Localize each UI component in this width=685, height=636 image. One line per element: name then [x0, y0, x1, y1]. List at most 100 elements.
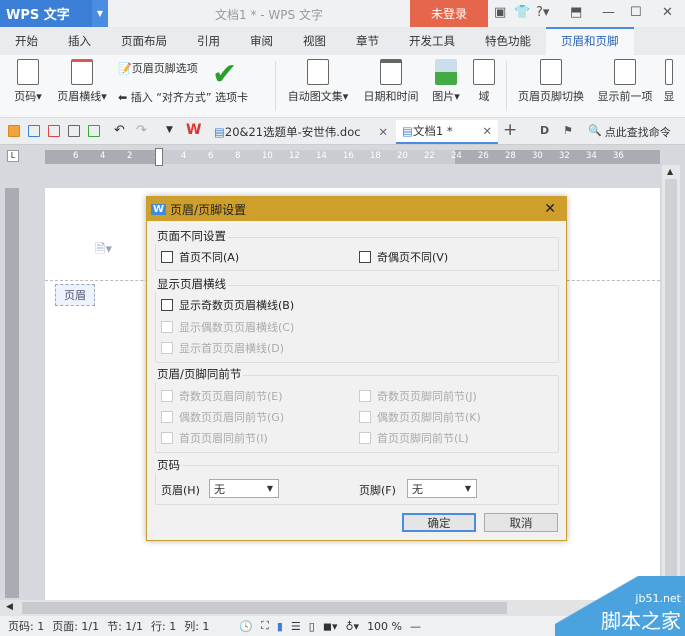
title-bar: WPS 文字 ▼ 文档1 * - WPS 文字 未登录 ▣ 👕 ?▾ ⬒ — ☐ … [0, 0, 685, 27]
doc-tab-2[interactable]: ▤ 文档1 * ✕ [396, 120, 498, 144]
close-icon[interactable]: ✕ [544, 201, 556, 217]
even-header-link-checkbox[interactable]: 偶数页页眉同前节(G) [161, 409, 284, 425]
scroll-up-icon[interactable]: ▲ [667, 167, 673, 176]
ruler-tick: 20 [397, 151, 408, 161]
horizontal-ruler[interactable]: 64224681012141618202224262830323436 [45, 148, 660, 166]
show-next-button[interactable]: 显 [662, 55, 676, 104]
group-label: 页眉/页脚同前节 [155, 366, 244, 382]
undo-icon[interactable]: ↶ [114, 123, 125, 138]
even-footer-link-checkbox[interactable]: 偶数页页脚同前节(K) [359, 409, 481, 425]
scroll-thumb[interactable] [665, 179, 677, 589]
page-view-icon[interactable]: ▮ [277, 620, 283, 633]
tab-home[interactable]: 开始 [0, 27, 53, 55]
tab-stop-selector[interactable]: L [7, 150, 19, 162]
tab-layout[interactable]: 页面布局 [106, 27, 182, 55]
close-icon[interactable]: ✕ [662, 5, 673, 20]
hf-options-button[interactable]: 📝页眉页脚选项 [118, 60, 198, 76]
ok-button[interactable]: 确定 [402, 513, 476, 532]
first-page-different-checkbox[interactable]: 首页不同(A) [161, 249, 239, 265]
doc-tab-1[interactable]: ▤ 20&21选题单-安世伟.doc ✕ [208, 120, 394, 144]
open-icon[interactable] [8, 125, 20, 137]
minimize-icon[interactable]: — [602, 5, 615, 20]
scroll-left-icon[interactable]: ◀ [6, 602, 13, 612]
label: 页眉页脚选项 [131, 62, 198, 75]
close-tab-icon[interactable]: ✕ [482, 124, 492, 138]
restore-ribbon-icon[interactable]: ⬒ [570, 5, 582, 20]
chevron-down-icon[interactable]: ▼ [92, 0, 108, 27]
fullscreen-icon[interactable]: ⛶ [261, 619, 269, 633]
label: 插入 “对齐方式” 选项卡 [130, 91, 249, 104]
search-placeholder: 点此查找命令 [604, 126, 671, 139]
footer-page-number-select[interactable]: 无 ▼ [407, 479, 477, 498]
doc-tab-label: 文档1 * [412, 124, 453, 138]
group-label: 页码 [155, 457, 182, 473]
show-prev-button[interactable]: 显示前一项 [594, 55, 656, 104]
picture-button[interactable]: 图片▾ [428, 55, 464, 104]
group-label: 显示页眉横线 [155, 276, 228, 292]
status-row: 行: 1 [151, 620, 177, 633]
close-tab-icon[interactable]: ✕ [378, 125, 388, 139]
print-preview-icon[interactable] [88, 125, 100, 137]
d-icon[interactable]: D [540, 124, 549, 137]
tab-insert[interactable]: 插入 [53, 27, 106, 55]
odd-header-link-checkbox[interactable]: 奇数页页眉同前节(E) [161, 388, 283, 404]
shirt-icon[interactable]: 👕 [514, 5, 530, 20]
zoom-out-icon[interactable]: — [410, 620, 421, 633]
tab-features[interactable]: 特色功能 [470, 27, 546, 55]
export-pdf-icon[interactable] [48, 125, 60, 137]
checkbox-box [359, 390, 371, 402]
vertical-ruler[interactable] [5, 188, 19, 598]
scroll-thumb[interactable] [22, 602, 507, 614]
indent-marker[interactable] [155, 148, 163, 166]
outline-view-icon[interactable]: ☰ [291, 620, 301, 633]
save-icon[interactable] [28, 125, 40, 137]
maximize-icon[interactable]: ☐ [630, 5, 642, 20]
tab-review[interactable]: 审阅 [235, 27, 288, 55]
new-tab-icon[interactable]: + [503, 120, 517, 140]
first-footer-link-checkbox[interactable]: 首页页脚同前节(L) [359, 430, 469, 446]
app-menu-button[interactable]: WPS 文字 ▼ [0, 0, 108, 27]
print-icon[interactable] [68, 125, 80, 137]
redo-icon[interactable]: ↷ [136, 123, 147, 138]
page-number-button[interactable]: 页码▾ [8, 55, 48, 104]
reading-mode-icon[interactable]: ◼▾ [323, 620, 338, 633]
skin-icon[interactable]: ▣ [494, 5, 506, 20]
first-header-line-checkbox[interactable]: 显示首页页眉横线(D) [161, 340, 284, 356]
field-button[interactable]: 域 [470, 55, 498, 104]
web-view-icon[interactable]: ▯ [309, 620, 315, 633]
odd-even-different-checkbox[interactable]: 奇偶页不同(V) [359, 249, 448, 265]
vertical-scrollbar[interactable]: ▲ [662, 165, 680, 600]
tab-view[interactable]: 视图 [288, 27, 341, 55]
divider [506, 61, 507, 111]
tab-section[interactable]: 章节 [341, 27, 394, 55]
header-line-button[interactable]: 页眉横线▾ [52, 55, 112, 104]
ruler-tick: 22 [424, 151, 435, 161]
status-page-number: 页码: 1 [8, 620, 45, 633]
flag-icon[interactable]: ⚑ [563, 124, 573, 137]
checkbox-box [161, 432, 173, 444]
login-button[interactable]: 未登录 [410, 0, 488, 27]
command-search[interactable]: 🔍 点此查找命令 [588, 124, 671, 140]
auto-text-button[interactable]: 自动图文集▾ [282, 55, 354, 104]
show-prev-icon [614, 59, 636, 85]
help-icon[interactable]: ?▾ [536, 5, 549, 20]
hf-switch-button[interactable]: 页眉页脚切换 [514, 55, 588, 104]
tab-header-footer[interactable]: 页眉和页脚 [546, 27, 634, 55]
first-header-link-checkbox[interactable]: 首页页眉同前节(I) [161, 430, 268, 446]
date-time-button[interactable]: 日期和时间 [360, 55, 422, 104]
ruler-tick: 18 [370, 151, 381, 161]
picture-icon [435, 59, 457, 85]
label: 显示奇数页页眉横线(B) [179, 299, 295, 312]
tab-developer[interactable]: 开发工具 [394, 27, 470, 55]
cancel-button[interactable]: 取消 [484, 513, 558, 532]
eye-care-icon[interactable]: ♁▾ [345, 620, 359, 633]
paste-options-icon[interactable]: 🗎▾ [95, 240, 112, 262]
history-icon[interactable]: 🕓 [239, 620, 253, 633]
ruler-tick: 24 [451, 151, 462, 161]
tab-references[interactable]: 引用 [182, 27, 235, 55]
even-header-line-checkbox[interactable]: 显示偶数页页眉横线(C) [161, 319, 294, 335]
odd-footer-link-checkbox[interactable]: 奇数页页脚同前节(J) [359, 388, 477, 404]
odd-header-line-checkbox[interactable]: 显示奇数页页眉横线(B) [161, 297, 294, 313]
header-page-number-select[interactable]: 无 ▼ [209, 479, 279, 498]
customize-chevron-icon[interactable]: ▼ [166, 125, 173, 135]
